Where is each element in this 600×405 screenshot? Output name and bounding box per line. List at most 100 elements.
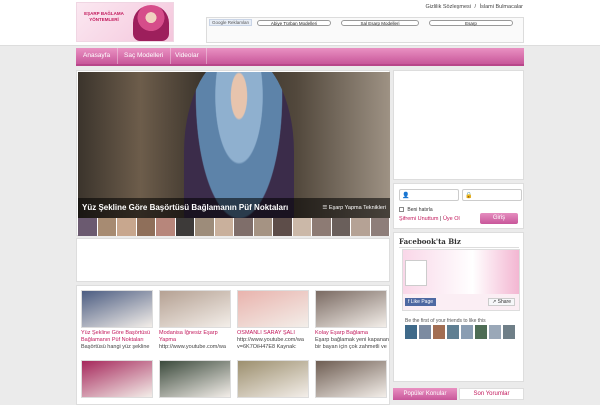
post-excerpt: Eşarp bağlamak yeni kapanan bir bayan iç…: [315, 337, 389, 350]
facebook-divider: [399, 247, 519, 248]
ad-button-esarp[interactable]: Esarp: [429, 20, 513, 26]
ad-button-abiye[interactable]: Abiye Türban Modelleri: [257, 20, 331, 26]
slider-thumbnail[interactable]: [370, 218, 390, 236]
post-thumbnail[interactable]: [315, 360, 387, 398]
facebook-icon: f: [408, 299, 410, 305]
slider-thumbnail[interactable]: [214, 218, 234, 236]
facebook-like-button[interactable]: f Like Page: [405, 298, 437, 306]
islamic-puzzles-link[interactable]: İslami Bulmacalar: [480, 4, 523, 10]
featured-slider: Yüz Şekline Göre Başörtüsü Bağlamanın Pü…: [76, 70, 390, 236]
slider-thumbnails: [78, 218, 390, 236]
account-link-separator: |: [439, 216, 442, 222]
remember-me[interactable]: Beni hatırla: [399, 207, 433, 213]
like-label: Like Page: [410, 299, 434, 305]
user-icon: 👤: [402, 193, 410, 199]
slider-thumbnail[interactable]: [195, 218, 215, 236]
post-card[interactable]: [315, 360, 389, 398]
facebook-friend-avatar[interactable]: [475, 325, 487, 339]
login-box: 👤 🔒 Beni hatırla Şifremi Unuttum | Üye O…: [393, 183, 524, 229]
tab-popular-topics[interactable]: Popüler Konular: [393, 388, 457, 400]
facebook-friend-avatar[interactable]: [405, 325, 417, 339]
link-separator: /: [474, 4, 477, 10]
facebook-friend-avatar[interactable]: [489, 325, 501, 339]
post-thumbnail[interactable]: [237, 290, 309, 328]
top-links: Gizlilik Sözleşmesi / İslami Bulmacalar: [424, 4, 524, 10]
post-card[interactable]: Kolay Eşarp Bağlama Eşarp bağlamak yeni k…: [315, 290, 389, 351]
post-card[interactable]: Yüz Şekline Göre Başörtüsü Bağlamanın Pü…: [81, 290, 155, 351]
post-excerpt: http://www.youtube.com/wa v=6K7OiH47E8 K…: [237, 337, 304, 350]
password-input[interactable]: 🔒: [462, 189, 522, 201]
account-links: Şifremi Unuttum | Üye Ol: [399, 216, 460, 222]
slide-category[interactable]: ☰ Eşarp Yapma Teknikleri: [322, 205, 386, 211]
slider-thumbnail[interactable]: [351, 218, 371, 236]
facebook-page-plugin[interactable]: f Like Page ↗ Share: [402, 249, 520, 311]
facebook-friends-text: Be the first of your friends to like thi…: [405, 318, 486, 324]
facebook-share-button[interactable]: ↗ Share: [488, 298, 515, 306]
remember-label: Beni hatırla: [407, 207, 433, 213]
slider-thumbnail[interactable]: [78, 218, 98, 236]
post-title[interactable]: Kolay Eşarp Bağlama: [315, 330, 389, 337]
forgot-password-link[interactable]: Şifremi Unuttum: [399, 216, 438, 222]
share-icon: ↗: [492, 299, 497, 305]
post-card[interactable]: OSMANLI SARAY ŞALI http://www.youtube.com…: [237, 290, 311, 351]
privacy-link[interactable]: Gizlilik Sözleşmesi: [425, 4, 471, 10]
slider-thumbnail[interactable]: [136, 218, 156, 236]
post-thumbnail[interactable]: [81, 360, 153, 398]
sidebar-ad: [393, 70, 524, 180]
lock-icon: 🔒: [465, 193, 473, 199]
nav-videos[interactable]: Videolar: [168, 48, 207, 64]
login-button[interactable]: Giriş: [480, 213, 518, 224]
facebook-cover-image: [403, 250, 519, 294]
register-link[interactable]: Üye Ol: [443, 216, 460, 222]
facebook-friend-avatar[interactable]: [433, 325, 445, 339]
slider-thumbnail[interactable]: [117, 218, 137, 236]
post-thumbnail[interactable]: [81, 290, 153, 328]
logo-woman-image: [133, 5, 169, 41]
top-bar: EŞARP BAĞLAMA YÖNTEMLERİ Gizlilik Sözleş…: [0, 0, 600, 46]
slider-thumbnail[interactable]: [234, 218, 254, 236]
slider-thumbnail[interactable]: [292, 218, 312, 236]
facebook-friend-avatar[interactable]: [503, 325, 515, 339]
ad-button-sal[interactable]: Sal Esarp Modelleri: [341, 20, 419, 26]
tab-recent-comments[interactable]: Son Yorumlar: [459, 388, 524, 400]
list-icon: ☰: [322, 205, 328, 211]
slider-thumbnail[interactable]: [273, 218, 293, 236]
slider-thumbnail[interactable]: [331, 218, 351, 236]
nav-home[interactable]: Anasayfa: [76, 48, 119, 64]
slide-hijab-figure: [184, 72, 294, 218]
slider-thumbnail[interactable]: [175, 218, 195, 236]
post-thumbnail[interactable]: [159, 290, 231, 328]
facebook-friend-avatar[interactable]: [447, 325, 459, 339]
post-thumbnail[interactable]: [159, 360, 231, 398]
facebook-friend-avatar[interactable]: [461, 325, 473, 339]
username-input[interactable]: 👤: [399, 189, 459, 201]
slide-image[interactable]: [78, 72, 390, 218]
site-logo[interactable]: EŞARP BAĞLAMA YÖNTEMLERİ: [76, 2, 174, 42]
post-thumbnail[interactable]: [237, 360, 309, 398]
content-ad-box: [76, 238, 390, 282]
main-nav: Anasayfa Saç Modelleri Videolar: [76, 48, 524, 66]
share-label: Share: [497, 299, 511, 305]
posts-grid: Yüz Şekline Göre Başörtüsü Bağlamanın Pü…: [76, 285, 390, 405]
post-card[interactable]: [237, 360, 311, 398]
nav-hair-models[interactable]: Saç Modelleri: [117, 48, 172, 64]
post-title[interactable]: Modanisa İğnesiz Eşarp Yapma: [159, 330, 233, 344]
post-title[interactable]: Yüz Şekline Göre Başörtüsü Bağlamanın Pü…: [81, 330, 155, 344]
facebook-page-avatar: [405, 260, 427, 286]
slider-thumbnail[interactable]: [312, 218, 332, 236]
slide-category-label: Eşarp Yapma Teknikleri: [328, 205, 386, 211]
post-thumbnail[interactable]: [315, 290, 387, 328]
slide-title[interactable]: Yüz Şekline Göre Başörtüsü Bağlamanın Pü…: [82, 203, 288, 212]
post-card[interactable]: [159, 360, 233, 398]
slider-thumbnail[interactable]: [156, 218, 176, 236]
post-excerpt: Başörtüsü hangi yüz şekline: [81, 344, 150, 350]
slider-thumbnail[interactable]: [97, 218, 117, 236]
slider-thumbnail[interactable]: [253, 218, 273, 236]
post-title[interactable]: OSMANLI SARAY ŞALI: [237, 330, 311, 337]
post-excerpt: http://www.youtube.com/wa: [159, 344, 226, 350]
google-ads-label[interactable]: Google Reklamları: [209, 19, 253, 26]
post-card[interactable]: Modanisa İğnesiz Eşarp Yapma http://www.y…: [159, 290, 233, 351]
remember-checkbox[interactable]: [399, 207, 404, 213]
facebook-friend-avatar[interactable]: [419, 325, 431, 339]
post-card[interactable]: [81, 360, 155, 398]
